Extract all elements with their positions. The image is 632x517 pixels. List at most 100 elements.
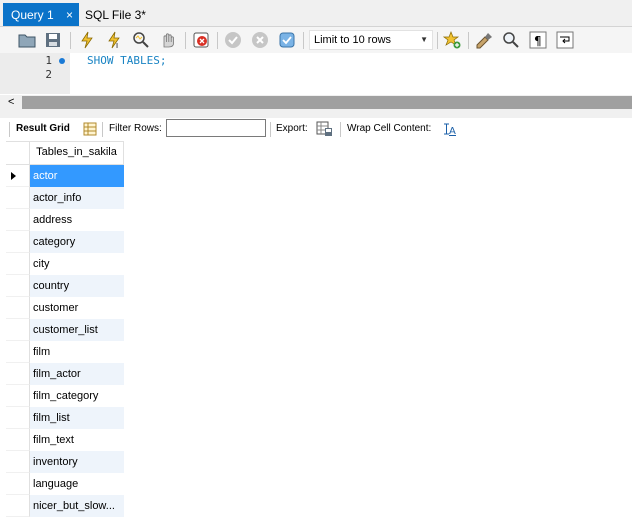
row-marker[interactable]: [6, 209, 30, 231]
current-row-arrow-icon: [11, 172, 16, 180]
table-cell[interactable]: city: [30, 253, 124, 275]
add-snippet-icon[interactable]: [443, 31, 461, 49]
table-cell[interactable]: actor: [30, 165, 124, 187]
export-label: Export:: [276, 123, 308, 134]
table-cell[interactable]: film_category: [30, 385, 124, 407]
table-row[interactable]: customer: [6, 297, 124, 319]
grid-view-icon[interactable]: [83, 122, 97, 136]
scrollbar-thumb[interactable]: [22, 96, 632, 109]
table-cell[interactable]: category: [30, 231, 124, 253]
beautify-icon[interactable]: [475, 31, 493, 49]
result-grid-tab[interactable]: Result Grid: [16, 123, 70, 134]
table-row[interactable]: film_text: [6, 429, 124, 451]
tab-query-1[interactable]: Query 1 ×: [3, 3, 79, 26]
row-marker[interactable]: [6, 253, 30, 275]
table-cell[interactable]: film: [30, 341, 124, 363]
filter-rows-label: Filter Rows:: [109, 123, 162, 134]
table-cell[interactable]: customer: [30, 297, 124, 319]
statement-marker-icon: [59, 58, 65, 64]
toggle-error-icon[interactable]: [192, 31, 210, 49]
row-marker[interactable]: [6, 473, 30, 495]
svg-text:I: I: [116, 42, 118, 49]
row-marker[interactable]: [6, 451, 30, 473]
table-row[interactable]: film: [6, 341, 124, 363]
sql-editor[interactable]: 1 2 SHOW TABLES;: [0, 53, 632, 94]
autocommit-icon[interactable]: [278, 31, 296, 49]
row-marker[interactable]: [6, 275, 30, 297]
table-cell[interactable]: address: [30, 209, 124, 231]
close-tab-icon[interactable]: ×: [66, 8, 73, 22]
scroll-left-arrow-icon[interactable]: <: [8, 95, 14, 110]
table-cell[interactable]: country: [30, 275, 124, 297]
table-cell[interactable]: film_text: [30, 429, 124, 451]
save-icon[interactable]: [44, 31, 62, 49]
table-row[interactable]: inventory: [6, 451, 124, 473]
table-row[interactable]: actor: [6, 165, 124, 187]
result-grid-toolbar: Result Grid Filter Rows: Export: Wrap Ce…: [0, 118, 632, 141]
table-row[interactable]: category: [6, 231, 124, 253]
commit-icon[interactable]: [224, 31, 242, 49]
filter-rows-input[interactable]: [166, 119, 266, 137]
row-marker[interactable]: [6, 363, 30, 385]
limit-rows-value: Limit to 10 rows: [314, 34, 392, 46]
execute-current-icon[interactable]: I: [105, 31, 123, 49]
sql-editor-toolbar: I Limit to 10 rows ▼ ¶: [0, 27, 632, 53]
svg-text:A: A: [449, 126, 456, 136]
table-row[interactable]: customer_list: [6, 319, 124, 341]
table-row[interactable]: actor_info: [6, 187, 124, 209]
explain-icon[interactable]: [132, 31, 150, 49]
row-marker[interactable]: [6, 429, 30, 451]
export-icon[interactable]: [316, 121, 333, 137]
result-grid: Tables_in_sakila actor actor_info address c…: [6, 141, 124, 517]
grid-corner[interactable]: [6, 142, 30, 164]
table-row[interactable]: country: [6, 275, 124, 297]
open-folder-icon[interactable]: [18, 31, 36, 49]
row-marker[interactable]: [6, 319, 30, 341]
table-row[interactable]: address: [6, 209, 124, 231]
toolbar-separator: [340, 122, 341, 137]
tab-sql-file-3[interactable]: SQL File 3*: [85, 3, 146, 26]
table-row[interactable]: film_actor: [6, 363, 124, 385]
row-marker[interactable]: [6, 297, 30, 319]
table-row[interactable]: nicer_but_slow...: [6, 495, 124, 517]
row-marker[interactable]: [6, 385, 30, 407]
toolbar-grip: [9, 122, 10, 137]
table-row[interactable]: film_list: [6, 407, 124, 429]
wrap-cell-icon[interactable]: A: [443, 122, 457, 136]
line-number: 2: [45, 68, 52, 81]
rollback-icon[interactable]: [251, 31, 269, 49]
find-icon[interactable]: [502, 31, 520, 49]
toolbar-separator: [102, 122, 103, 137]
execute-icon[interactable]: [78, 31, 96, 49]
toolbar-separator: [270, 122, 271, 137]
pane-splitter[interactable]: [0, 110, 632, 118]
row-marker[interactable]: [6, 495, 30, 517]
table-cell[interactable]: inventory: [30, 451, 124, 473]
table-cell[interactable]: nicer_but_slow...: [30, 495, 124, 517]
row-marker[interactable]: [6, 231, 30, 253]
grid-body: actor actor_info address category city countr…: [6, 165, 124, 517]
word-wrap-icon[interactable]: [556, 31, 574, 49]
current-line-highlight: [70, 67, 632, 81]
table-cell[interactable]: actor_info: [30, 187, 124, 209]
table-row[interactable]: city: [6, 253, 124, 275]
stop-icon[interactable]: [159, 31, 177, 49]
line-number: 1: [45, 54, 52, 67]
invisible-chars-icon[interactable]: ¶: [529, 31, 547, 49]
sql-statement[interactable]: SHOW TABLES;: [87, 54, 166, 67]
table-cell[interactable]: customer_list: [30, 319, 124, 341]
editor-horizontal-scrollbar[interactable]: <: [0, 95, 632, 110]
row-marker[interactable]: [6, 341, 30, 363]
table-cell[interactable]: language: [30, 473, 124, 495]
table-cell[interactable]: film_actor: [30, 363, 124, 385]
column-header[interactable]: Tables_in_sakila: [30, 142, 124, 164]
row-marker[interactable]: [6, 165, 30, 187]
table-cell[interactable]: film_list: [30, 407, 124, 429]
row-marker[interactable]: [6, 407, 30, 429]
table-row[interactable]: language: [6, 473, 124, 495]
chevron-down-icon: ▼: [420, 35, 428, 44]
row-marker[interactable]: [6, 187, 30, 209]
table-row[interactable]: film_category: [6, 385, 124, 407]
limit-rows-select[interactable]: Limit to 10 rows ▼: [309, 30, 433, 50]
toolbar-separator: [303, 32, 304, 49]
